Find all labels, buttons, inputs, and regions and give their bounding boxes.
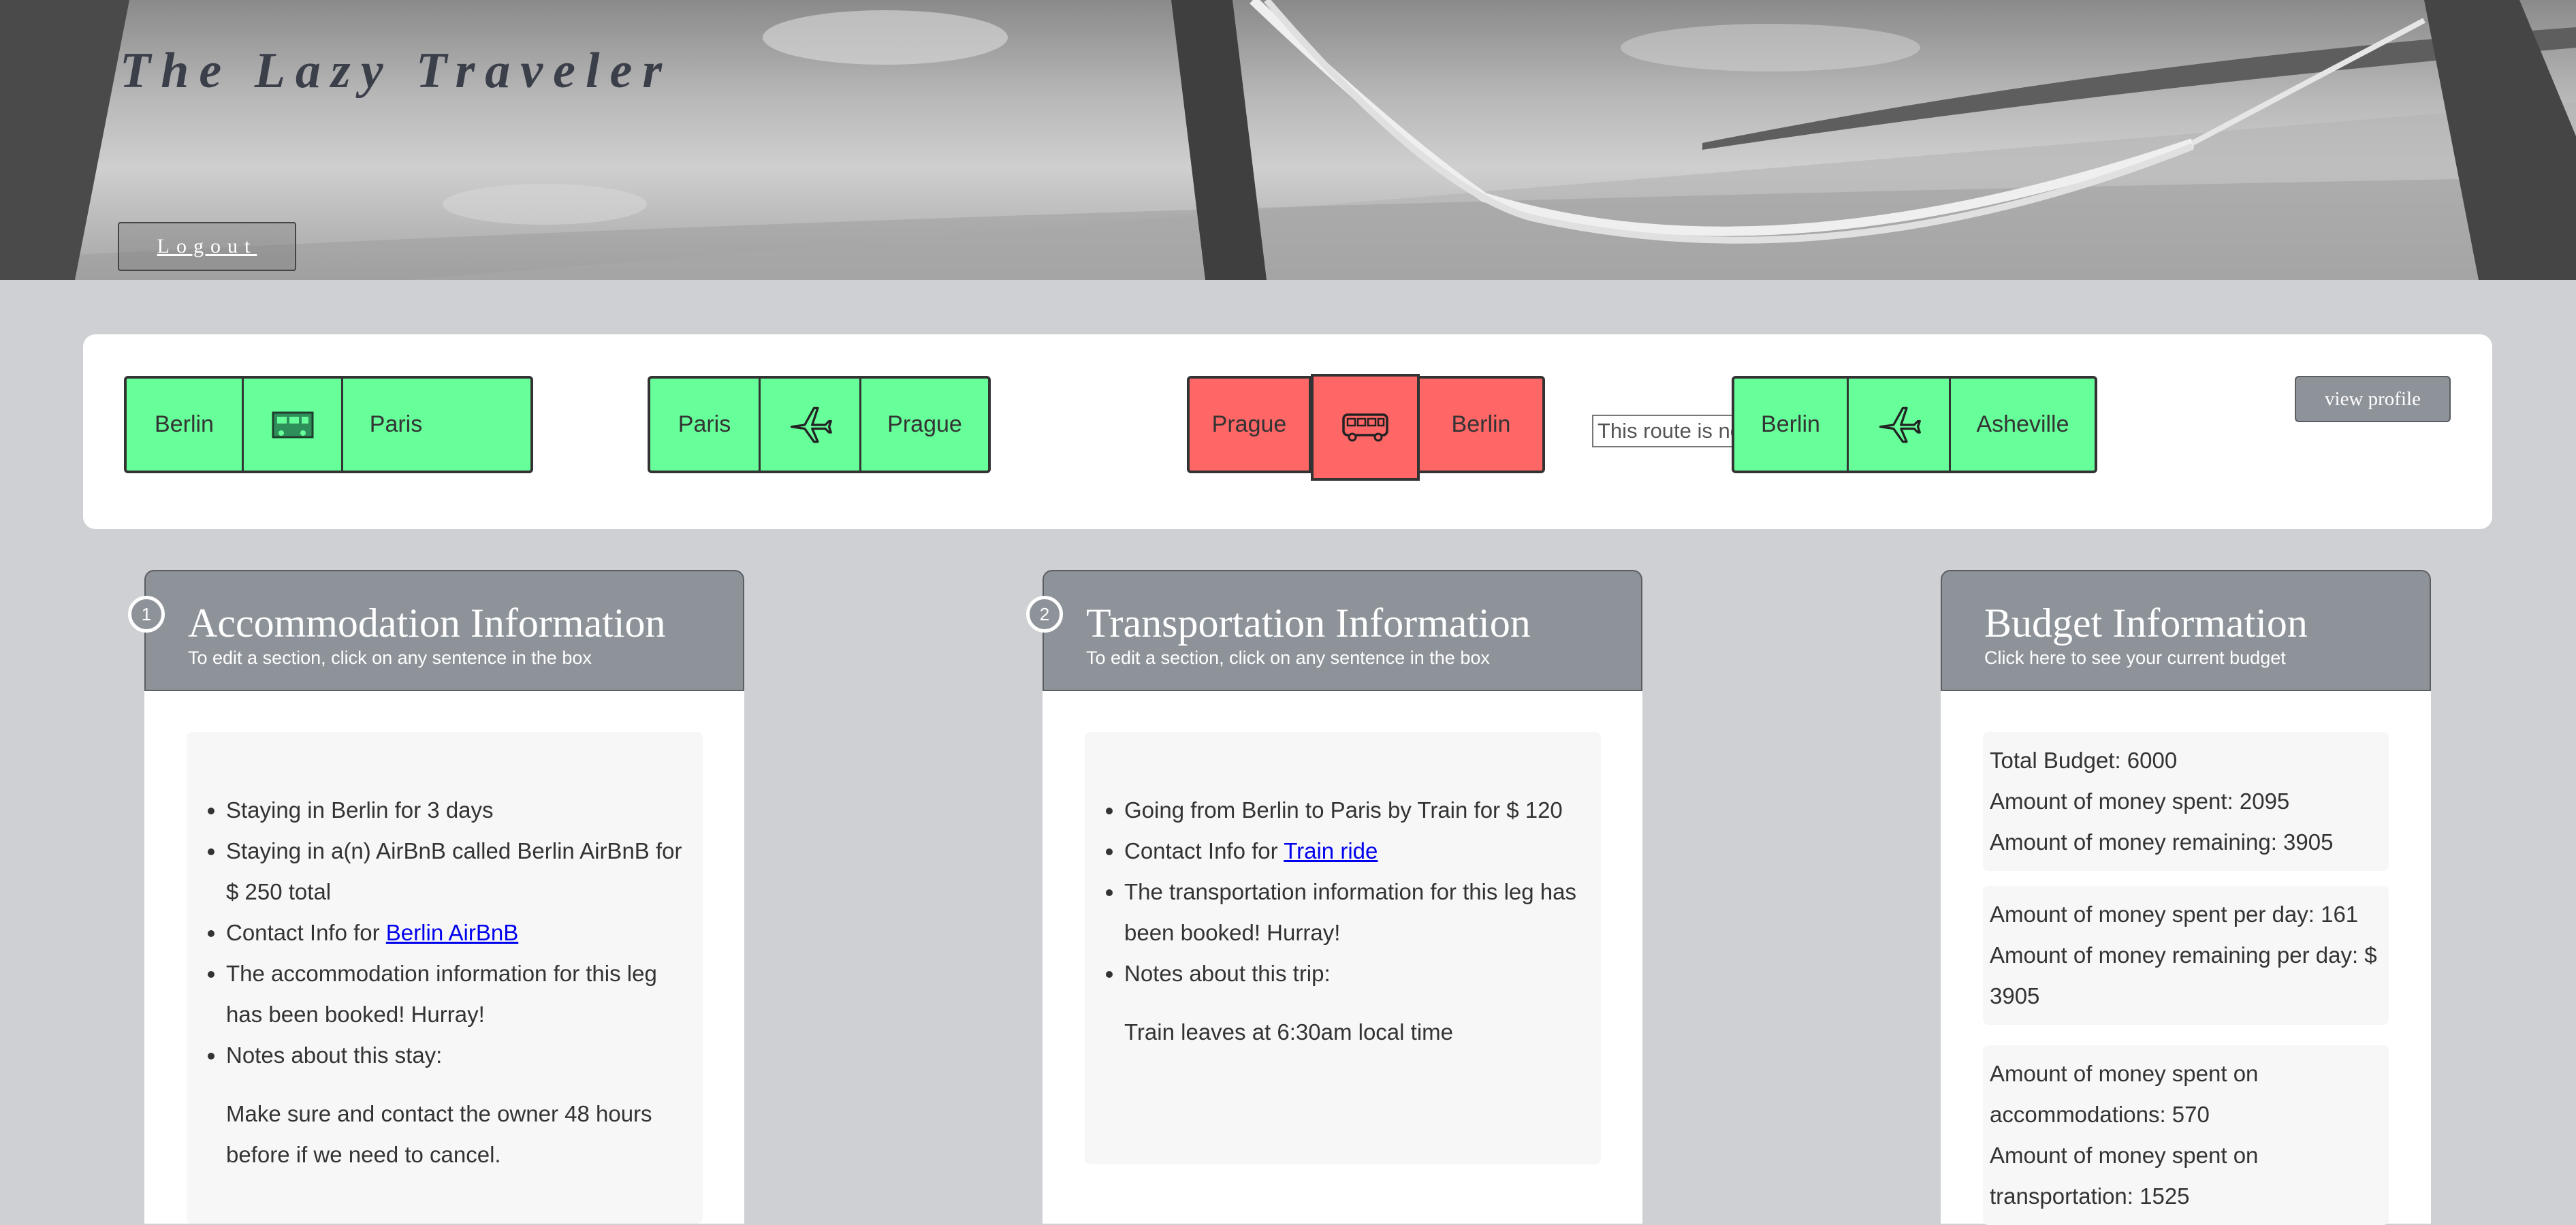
accommodation-title: Accommodation Information	[188, 601, 666, 646]
transportation-card: 2 Transportation Information To edit a s…	[1026, 570, 1642, 1224]
route-leg-berlin-paris[interactable]: Berlin Paris	[124, 376, 533, 473]
transportation-contact-info[interactable]: Contact Info for Train ride	[1124, 831, 1580, 872]
transportation-subtitle: To edit a section, click on any sentence…	[1086, 648, 1490, 668]
plane-icon	[761, 379, 861, 471]
contact-prefix: Contact Info for	[1124, 838, 1284, 863]
transportation-note[interactable]: Train leaves at 6:30am local time	[1124, 1012, 1580, 1053]
money-spent: Amount of money spent: 2095	[1990, 789, 2290, 814]
site-title: The Lazy Traveler	[120, 43, 673, 99]
budget-by-category: Amount of money spent on accommodations:…	[1983, 1045, 2389, 1225]
header-banner: The Lazy Traveler Logout	[0, 0, 2576, 280]
bus-icon	[1311, 374, 1420, 481]
money-spent-transportation: Amount of money spent on transportation:…	[1990, 1143, 2259, 1209]
berlin-airbnb-link[interactable]: Berlin AirBnB	[386, 920, 518, 945]
accommodation-card-header: 1 Accommodation Information To edit a se…	[128, 570, 744, 691]
money-spent-per-day: Amount of money spent per day: 161	[1990, 902, 2359, 927]
transportation-notes-label[interactable]: Notes about this trip:	[1124, 953, 1580, 994]
route-to: Asheville	[1976, 411, 2069, 437]
accommodation-list: Staying in Berlin for 3 days Staying in …	[207, 790, 682, 1076]
route-leg-paris-prague[interactable]: Paris Prague	[648, 376, 991, 473]
logout-button[interactable]: Logout	[118, 222, 296, 271]
contact-prefix: Contact Info for	[226, 920, 386, 945]
route-from: Paris	[650, 379, 761, 471]
transportation-list: Going from Berlin to Paris by Train for …	[1105, 790, 1580, 994]
transportation-card-header: 2 Transportation Information To edit a s…	[1026, 570, 1642, 691]
money-remaining-per-day: Amount of money remaining per day: $ 390…	[1990, 942, 2377, 1008]
accommodation-notes-label[interactable]: Notes about this stay:	[226, 1035, 682, 1076]
budget-subtitle[interactable]: Click here to see your current budget	[1984, 648, 2286, 669]
accommodation-note[interactable]: Make sure and contact the owner 48 hours…	[226, 1094, 682, 1175]
train-ride-link[interactable]: Train ride	[1284, 838, 1378, 863]
route-bar: Berlin Paris Paris Prague Prague Berlin …	[83, 334, 2492, 529]
route-to: Paris	[369, 411, 423, 437]
view-profile-button[interactable]: view profile	[2295, 376, 2451, 422]
plane-icon	[1849, 379, 1951, 471]
accommodation-stay-duration[interactable]: Staying in Berlin for 3 days	[226, 790, 682, 831]
transportation-title: Transportation Information	[1086, 601, 1531, 646]
route-leg-berlin-asheville[interactable]: Berlin Asheville	[1732, 376, 2097, 473]
money-remaining: Amount of money remaining: 3905	[1990, 829, 2334, 855]
accommodation-subtitle: To edit a section, click on any sentence…	[188, 648, 592, 668]
budget-totals: Total Budget: 6000 Amount of money spent…	[1983, 732, 2389, 871]
route-leg-prague-berlin[interactable]: Prague Berlin	[1187, 374, 1545, 481]
accommodation-info-box: Staying in Berlin for 3 days Staying in …	[187, 732, 703, 1224]
transportation-route-cost[interactable]: Going from Berlin to Paris by Train for …	[1124, 790, 1580, 831]
route-from: Prague	[1190, 379, 1311, 471]
step-badge: 1	[128, 596, 165, 633]
step-badge: 2	[1026, 596, 1063, 633]
route-to: Berlin	[1451, 411, 1511, 437]
route-from: Berlin	[127, 379, 244, 471]
accommodation-booked-status[interactable]: The accommodation information for this l…	[226, 953, 682, 1035]
budget-per-day: Amount of money spent per day: 161 Amoun…	[1983, 886, 2389, 1025]
money-spent-accommodations: Amount of money spent on accommodations:…	[1990, 1061, 2259, 1127]
transportation-booked-status[interactable]: The transportation information for this …	[1124, 872, 1580, 953]
total-budget: Total Budget: 6000	[1990, 748, 2178, 773]
route-to: Prague	[887, 411, 962, 437]
transportation-info-box: Going from Berlin to Paris by Train for …	[1085, 732, 1601, 1164]
train-icon	[244, 379, 343, 471]
route-from: Berlin	[1734, 379, 1849, 471]
accommodation-card: 1 Accommodation Information To edit a se…	[128, 570, 744, 1224]
accommodation-stay-place[interactable]: Staying in a(n) AirBnB called Berlin Air…	[226, 831, 682, 912]
budget-title: Budget Information	[1984, 601, 2308, 646]
budget-card: Budget Information Click here to see you…	[1941, 570, 2431, 1225]
accommodation-contact-info[interactable]: Contact Info for Berlin AirBnB	[226, 912, 682, 953]
budget-card-header[interactable]: Budget Information Click here to see you…	[1941, 570, 2431, 691]
